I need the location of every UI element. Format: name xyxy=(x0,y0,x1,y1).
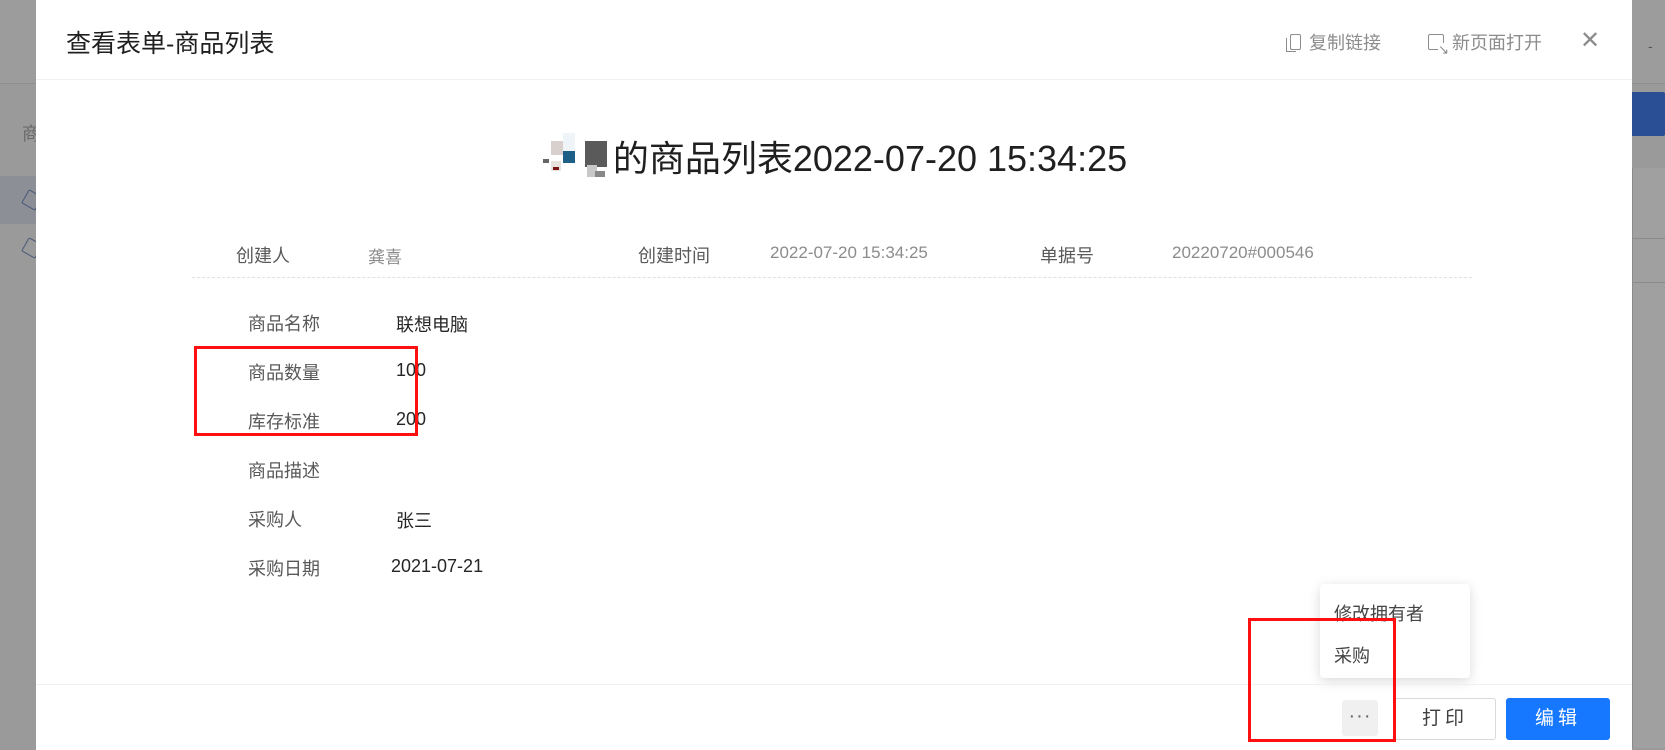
close-icon[interactable]: ✕ xyxy=(1580,26,1600,55)
created-time-label: 创建时间 xyxy=(638,246,710,266)
edit-button[interactable]: 编辑 xyxy=(1506,698,1610,740)
field-value: 联想电脑 xyxy=(396,315,468,335)
modal-header: 查看表单-商品列表 复制链接 新页面打开 ✕ xyxy=(36,0,1632,80)
document-meta-row: 创建人 龚喜 创建时间 2022-07-20 15:34:25 单据号 2022… xyxy=(192,228,1472,278)
background-divider xyxy=(1632,282,1665,283)
document-title-row: 的商品列表2022-07-20 15:34:25 xyxy=(36,130,1632,186)
open-new-page-button[interactable]: 新页面打开 xyxy=(1428,29,1542,56)
highlight-box-actions xyxy=(1248,618,1396,742)
highlight-box-fields xyxy=(194,346,418,436)
view-form-modal: 查看表单-商品列表 复制链接 新页面打开 ✕ 的商品列表2022- xyxy=(36,0,1632,750)
document-title-text: 的商品列表2022-07-20 15:34:25 xyxy=(612,138,1128,179)
field-value: 张三 xyxy=(396,511,432,531)
doc-number-label: 单据号 xyxy=(1040,246,1094,266)
background-divider xyxy=(1632,238,1665,239)
copy-link-button[interactable]: 复制链接 xyxy=(1286,29,1381,55)
background-primary-button xyxy=(1628,92,1665,136)
field-label: 商品名称 xyxy=(248,314,320,334)
background-dash: - xyxy=(1648,38,1653,54)
open-new-page-label: 新页面打开 xyxy=(1452,33,1542,53)
field-label: 采购日期 xyxy=(248,559,320,579)
print-button[interactable]: 打印 xyxy=(1394,698,1496,740)
field-label: 采购人 xyxy=(248,510,302,530)
field-label: 商品描述 xyxy=(248,461,320,481)
created-time-value: 2022-07-20 15:34:25 xyxy=(770,243,928,262)
doc-number-value: 20220720#000546 xyxy=(1172,243,1314,262)
copy-icon xyxy=(1286,34,1301,52)
creator-label: 创建人 xyxy=(236,246,290,266)
field-value: 2021-07-21 xyxy=(391,556,484,576)
creator-value: 龚喜 xyxy=(368,248,402,267)
redacted-name-mosaic xyxy=(541,131,609,181)
modal-title: 查看表单-商品列表 xyxy=(66,30,275,58)
external-link-icon xyxy=(1428,34,1449,56)
background-panel xyxy=(1632,168,1665,748)
document-title: 的商品列表2022-07-20 15:34:25 xyxy=(541,130,1127,182)
copy-link-label: 复制链接 xyxy=(1309,33,1381,53)
